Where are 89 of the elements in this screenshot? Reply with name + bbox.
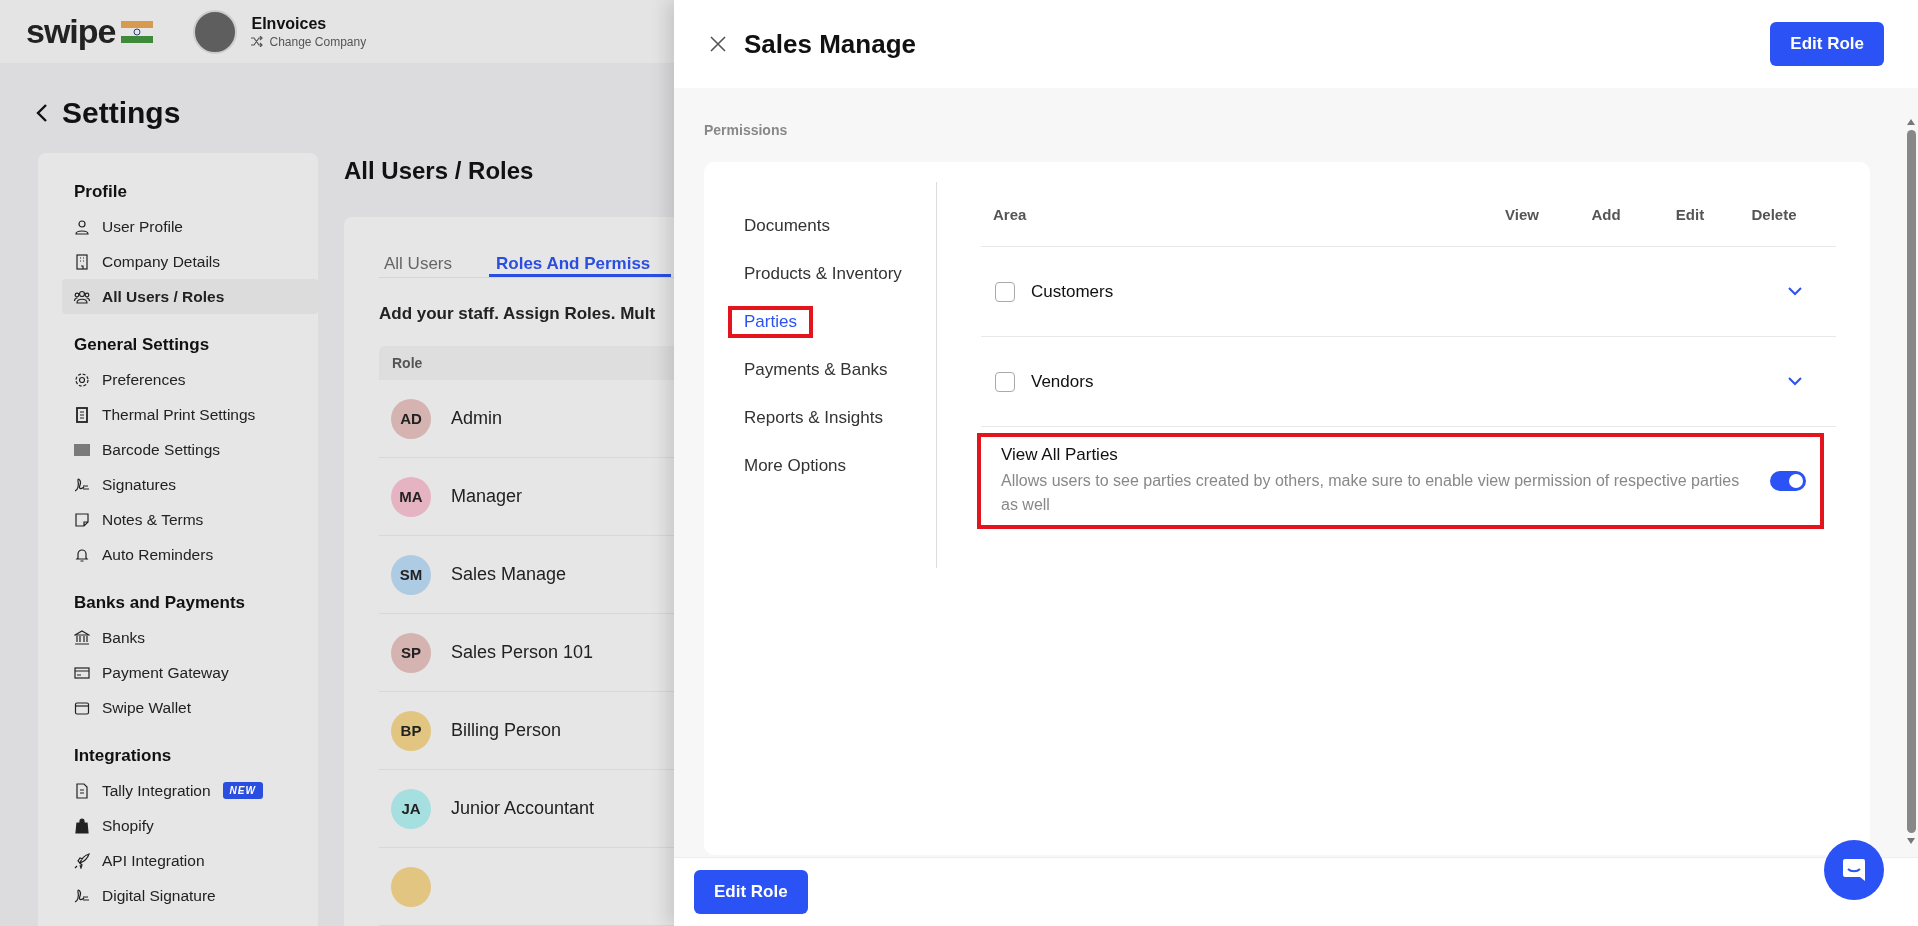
avatar: SP — [391, 632, 431, 673]
sidebar-item[interactable]: Notes & Terms — [62, 502, 318, 537]
scroll-down-arrow-icon[interactable] — [1906, 837, 1916, 845]
person-icon — [74, 218, 90, 235]
area-name: Vendors — [1031, 371, 1095, 392]
sidebar-item[interactable]: Preferences — [62, 362, 318, 397]
sidebar-item[interactable]: Auto Reminders — [62, 537, 318, 572]
checkbox[interactable] — [995, 281, 1015, 302]
sidebar-item[interactable]: Thermal Print Settings — [62, 397, 318, 432]
signature-icon — [74, 887, 90, 904]
avatar: AD — [391, 398, 431, 439]
sidebar-item[interactable]: Banks — [62, 620, 318, 655]
permissions-label: Permissions — [704, 122, 789, 138]
toggle-switch[interactable] — [1770, 471, 1806, 491]
tab[interactable]: Roles And Permiss — [489, 243, 672, 277]
logo[interactable]: swipe — [26, 12, 116, 51]
role-row[interactable]: BP Billing Person — [379, 692, 674, 770]
avatar: SM — [391, 554, 431, 595]
drawer-title: Sales Manage — [744, 28, 917, 60]
bank-icon — [74, 629, 90, 646]
role-row[interactable]: JA Junior Accountant — [379, 770, 674, 848]
sidebar-item[interactable]: Signatures — [62, 467, 318, 502]
sidebar-item[interactable]: Shopify — [62, 808, 318, 843]
scroll-up-arrow-icon[interactable] — [1906, 118, 1916, 126]
sidebar-heading: General Settings — [74, 334, 211, 356]
intro-text: Add your staff. Assign Roles. Mult — [379, 304, 657, 324]
sidebar-item[interactable]: Tally Integration NEW — [62, 773, 318, 808]
sidebar-item[interactable]: Payment Gateway — [62, 655, 318, 690]
permission-category[interactable]: Reports & Insights — [728, 402, 899, 434]
column-header: Area — [993, 205, 1028, 223]
role-row[interactable]: SM Sales Manage — [379, 536, 674, 614]
column-header: Edit — [1674, 205, 1706, 223]
edit-role-button[interactable]: Edit Role — [1770, 22, 1884, 66]
sidebar-item[interactable]: Swipe Wallet — [62, 690, 318, 725]
sidebar-item[interactable]: Digital Signature — [62, 878, 318, 913]
permission-category[interactable]: Documents — [728, 210, 846, 242]
bag-icon — [74, 817, 90, 834]
chevron-icon[interactable] — [1788, 287, 1802, 296]
chevron-icon[interactable] — [1788, 377, 1802, 386]
note-icon — [74, 511, 90, 528]
bell-icon — [74, 546, 90, 563]
receipt-icon — [74, 406, 90, 423]
checkbox[interactable] — [995, 371, 1015, 392]
shuffle-icon — [251, 36, 264, 47]
document-icon — [74, 782, 90, 799]
permission-category[interactable]: Parties — [728, 306, 813, 338]
sidebar-heading: Profile — [74, 181, 128, 203]
chat-icon — [1841, 857, 1867, 883]
column-header: View — [1504, 205, 1540, 223]
permission-category[interactable]: Products & Inventory — [728, 258, 918, 290]
rocket-icon — [74, 852, 90, 869]
sidebar-heading: Integrations — [74, 745, 173, 767]
edit-role-button[interactable]: Edit Role — [694, 870, 808, 914]
section-title: All Users / Roles — [344, 156, 535, 186]
avatar: JA — [391, 788, 431, 829]
new-badge: NEW — [222, 782, 263, 799]
role-row[interactable]: AD Admin — [379, 380, 674, 458]
change-company-link[interactable]: Change Company — [251, 34, 367, 49]
permission-category[interactable]: Payments & Banks — [728, 354, 904, 386]
people-icon — [74, 288, 90, 305]
sidebar-item[interactable]: All Users / Roles — [62, 279, 318, 314]
tab[interactable]: All Users — [379, 243, 473, 277]
column-header: Role — [392, 355, 423, 371]
setting-description: Allows users to see parties created by others, make sure to enable view permission of respective parties as well — [1001, 471, 1741, 515]
sidebar-heading: Banks and Payments — [74, 592, 246, 614]
sidebar-item[interactable]: Company Details — [62, 244, 318, 279]
close-icon[interactable] — [710, 36, 726, 52]
avatar: BP — [391, 710, 431, 751]
card-icon — [74, 664, 90, 681]
role-row[interactable]: MA Manager — [379, 458, 674, 536]
role-row[interactable]: SP Sales Person 101 — [379, 614, 674, 692]
building-icon — [74, 253, 90, 270]
chat-button[interactable] — [1824, 840, 1884, 900]
wallet-icon — [74, 699, 90, 716]
permission-category[interactable]: More Options — [728, 450, 863, 482]
gear-icon — [74, 371, 90, 388]
page-title: Settings — [62, 96, 181, 130]
column-header: Delete — [1750, 205, 1798, 223]
sidebar-item[interactable]: API Integration — [62, 843, 318, 878]
avatar: MA — [391, 476, 431, 517]
sidebar-item[interactable]: User Profile — [62, 209, 318, 244]
sidebar-item[interactable]: Barcode Settings — [62, 432, 318, 467]
back-icon[interactable] — [36, 103, 48, 123]
company-name: EInvoices — [251, 14, 328, 33]
setting-title: View All Parties — [1001, 445, 1119, 465]
signature-icon — [74, 476, 90, 493]
column-header: Add — [1590, 205, 1622, 223]
flag-icon — [121, 20, 154, 43]
area-name: Customers — [1031, 281, 1115, 302]
